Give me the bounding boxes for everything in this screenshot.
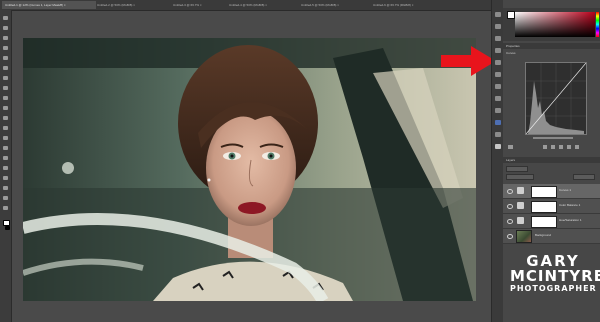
- document-tab-bar: Untitled-1 @ 12% (Curves 1, Layer Mask/8…: [0, 0, 497, 11]
- eraser-tool-icon[interactable]: [3, 116, 8, 120]
- portrait-photo-image: [23, 38, 476, 301]
- photographer-watermark: GARY MCINTYRE PHOTOGRAPHER: [510, 254, 600, 294]
- swatches-panel-icon[interactable]: [495, 36, 501, 41]
- path-select-tool-icon[interactable]: [3, 176, 8, 180]
- gradient-tool-icon[interactable]: [3, 126, 8, 130]
- watermark-line-2: MCINTYRE: [510, 267, 600, 285]
- brush-tool-icon[interactable]: [3, 86, 8, 90]
- eyedropper-tool-icon[interactable]: [3, 66, 8, 70]
- glyphs-panel-icon[interactable]: [495, 108, 501, 113]
- view-previous-icon[interactable]: [551, 145, 555, 149]
- paths-panel-icon[interactable]: [495, 132, 501, 137]
- clip-to-layer-icon[interactable]: [543, 145, 547, 149]
- paragraph-panel-icon[interactable]: [495, 96, 501, 101]
- layer-row-color-balance[interactable]: Color Balance 1: [503, 199, 600, 214]
- color-balance-adjustment-icon: [517, 202, 524, 209]
- eye-icon[interactable]: [507, 219, 513, 224]
- layer-name[interactable]: Hue/Saturation 1: [559, 218, 582, 222]
- document-tab[interactable]: Untitled-4 @ 50% (RGB/8) ×: [226, 1, 300, 9]
- properties-panel-title: Properties: [506, 44, 520, 48]
- crop-tool-icon[interactable]: [3, 56, 8, 60]
- lasso-tool-icon[interactable]: [3, 36, 8, 40]
- background-color-swatch[interactable]: [5, 226, 10, 230]
- marquee-tool-icon[interactable]: [3, 26, 8, 30]
- layer-filter-dropdown[interactable]: [506, 166, 528, 172]
- pen-tool-icon[interactable]: [3, 156, 8, 160]
- layer-mask-thumbnail[interactable]: [531, 216, 557, 228]
- background-thumbnail: [516, 230, 532, 243]
- healing-brush-tool-icon[interactable]: [3, 76, 8, 80]
- actions-panel-icon[interactable]: [495, 144, 501, 149]
- rectangle-tool-icon[interactable]: [3, 186, 8, 190]
- type-tool-icon[interactable]: [3, 166, 8, 170]
- color-picker-field[interactable]: [515, 12, 595, 37]
- eye-icon[interactable]: [507, 204, 513, 209]
- libraries-panel-icon[interactable]: [495, 120, 501, 125]
- blend-mode-dropdown[interactable]: [506, 174, 534, 180]
- layer-mask-thumbnail[interactable]: [531, 201, 557, 213]
- eye-icon[interactable]: [507, 234, 513, 239]
- hue-saturation-adjustment-icon: [517, 217, 524, 224]
- hue-slider[interactable]: [596, 12, 599, 37]
- document-tab-active[interactable]: Untitled-1 @ 12% (Curves 1, Layer Mask/8…: [2, 1, 96, 9]
- tools-panel: [0, 10, 12, 322]
- layer-row-hue-saturation[interactable]: Hue/Saturation 1: [503, 214, 600, 229]
- eye-icon[interactable]: [507, 189, 513, 194]
- document-tab[interactable]: Untitled-5 @ 50% (RGB/8) ×: [298, 1, 372, 9]
- eyedropper-icon[interactable]: [508, 145, 513, 149]
- history-brush-tool-icon[interactable]: [3, 106, 8, 110]
- brush-panel-icon[interactable]: [495, 60, 501, 65]
- watermark-line-3: PHOTOGRAPHER: [510, 284, 597, 293]
- info-panel-icon[interactable]: [495, 24, 501, 29]
- quick-select-tool-icon[interactable]: [3, 46, 8, 50]
- layers-panel-title: Layers: [506, 158, 516, 162]
- curves-controls: [503, 135, 600, 157]
- document-tab[interactable]: Untitled-2 @ 50% (RGB/8) ×: [94, 1, 172, 9]
- blur-tool-icon[interactable]: [3, 136, 8, 140]
- reset-icon[interactable]: [559, 145, 563, 149]
- document-tab[interactable]: Untitled-3 @ 66.7% ×: [170, 1, 228, 9]
- canvas-photo[interactable]: [23, 38, 476, 301]
- properties-panel-header: Properties: [503, 43, 600, 49]
- visibility-icon[interactable]: [567, 145, 571, 149]
- layer-row-curves[interactable]: Curves 1: [503, 184, 600, 199]
- curves-input-slider[interactable]: [533, 137, 573, 139]
- move-tool-icon[interactable]: [3, 16, 8, 20]
- layer-name[interactable]: Curves 1: [559, 188, 571, 192]
- document-tab[interactable]: Untitled-6 @ 66.7% (RGB/8) ×: [370, 1, 448, 9]
- opacity-field[interactable]: [573, 174, 595, 180]
- curves-histogram: [525, 62, 587, 135]
- layer-name[interactable]: Background: [535, 233, 551, 237]
- history-panel-icon[interactable]: [495, 12, 501, 17]
- hand-tool-icon[interactable]: [3, 196, 8, 200]
- trash-icon[interactable]: [575, 145, 579, 149]
- layer-row-background[interactable]: Background: [503, 229, 600, 244]
- layer-mask-thumbnail[interactable]: [531, 186, 557, 198]
- layers-options: [503, 163, 600, 183]
- properties-adjustment-name: Curves: [506, 51, 516, 55]
- dodge-tool-icon[interactable]: [3, 146, 8, 150]
- adjustments-panel-icon[interactable]: [495, 48, 501, 53]
- character-panel-icon[interactable]: [495, 84, 501, 89]
- curves-graph[interactable]: [525, 62, 587, 135]
- zoom-tool-icon[interactable]: [3, 206, 8, 210]
- layer-name[interactable]: Color Balance 1: [559, 203, 580, 207]
- foreground-color-chip[interactable]: [507, 11, 515, 19]
- curves-adjustment-icon: [517, 187, 524, 194]
- clone-source-panel-icon[interactable]: [495, 72, 501, 77]
- red-arrow-annotation: [441, 46, 496, 76]
- clone-stamp-tool-icon[interactable]: [3, 96, 8, 100]
